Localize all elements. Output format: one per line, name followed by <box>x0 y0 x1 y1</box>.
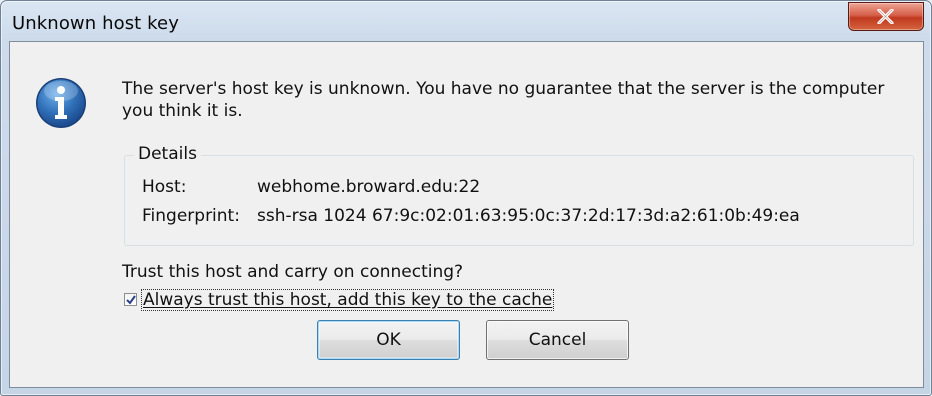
dialog-message: The server's host key is unknown. You ha… <box>122 79 885 121</box>
close-icon <box>877 9 894 24</box>
dialog-window: Unknown host key The server's host key i… <box>0 0 932 396</box>
host-row: Host: webhome.broward.edu:22 <box>142 177 480 197</box>
window-title: Unknown host key <box>12 13 179 34</box>
information-icon <box>36 78 86 128</box>
host-label: Host: <box>142 177 187 197</box>
close-button[interactable] <box>848 2 924 31</box>
ok-button[interactable]: OK <box>317 320 460 360</box>
dialog-content: The server's host key is unknown. You ha… <box>9 41 924 388</box>
checkmark-icon <box>126 295 136 305</box>
fingerprint-label: Fingerprint: <box>142 206 240 226</box>
details-group: Details Host: webhome.broward.edu:22 Fin… <box>124 144 914 246</box>
fingerprint-row: Fingerprint: ssh-rsa 1024 67:9c:02:01:63… <box>142 206 800 226</box>
always-trust-label[interactable]: Always trust this host, add this key to … <box>140 289 555 311</box>
cancel-button[interactable]: Cancel <box>486 320 629 360</box>
fingerprint-value: ssh-rsa 1024 67:9c:02:01:63:95:0c:37:2d:… <box>257 206 800 226</box>
host-value: webhome.broward.edu:22 <box>257 177 481 197</box>
details-legend: Details <box>134 144 201 164</box>
always-trust-checkbox[interactable] <box>124 293 137 306</box>
trust-question: Trust this host and carry on connecting? <box>122 262 464 282</box>
title-bar[interactable]: Unknown host key <box>1 1 931 41</box>
